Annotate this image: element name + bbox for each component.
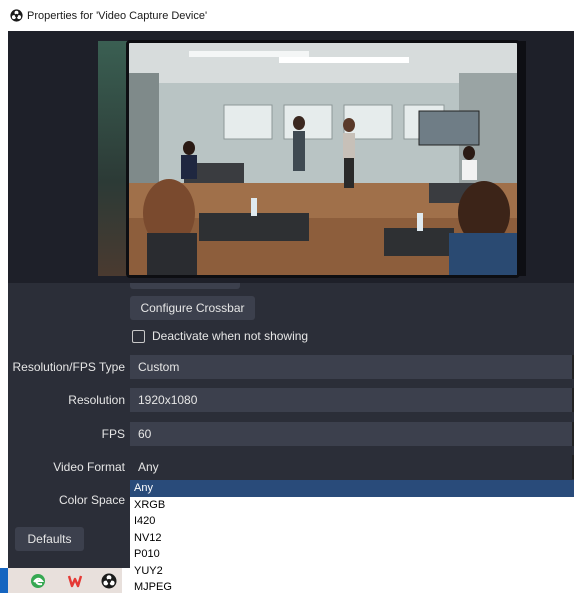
video-frame-image bbox=[129, 43, 517, 275]
obs-icon bbox=[10, 9, 23, 22]
dropdown-option[interactable]: MJPEG bbox=[130, 579, 574, 592]
video-format-label: Video Format bbox=[53, 460, 125, 474]
defaults-button[interactable]: Defaults bbox=[15, 527, 84, 551]
configure-crossbar-button[interactable]: Configure Crossbar bbox=[130, 296, 255, 320]
color-space-label: Color Space bbox=[58, 493, 125, 507]
window-title: Properties for 'Video Capture Device' bbox=[27, 9, 208, 22]
edge-icon[interactable] bbox=[30, 573, 46, 589]
dropdown-option[interactable]: XRGB bbox=[130, 497, 574, 514]
properties-window: Configure Crossbar Deactivate when not s… bbox=[8, 31, 574, 592]
resolution-select[interactable]: 1920x1080 bbox=[130, 388, 574, 412]
obs-icon[interactable] bbox=[101, 573, 117, 589]
resolution-fps-type-select[interactable]: Custom bbox=[130, 355, 574, 379]
taskbar-accent bbox=[0, 568, 8, 593]
dropdown-option[interactable]: YUY2 bbox=[130, 563, 574, 580]
hidden-button-edge bbox=[130, 283, 240, 289]
video-format-select[interactable]: Any bbox=[130, 455, 574, 479]
dropdown-option[interactable]: NV12 bbox=[130, 530, 574, 547]
dropdown-option[interactable]: P010 bbox=[130, 546, 574, 563]
dropdown-option[interactable]: I420 bbox=[130, 513, 574, 530]
video-preview bbox=[126, 40, 520, 278]
dropdown-option[interactable]: Any bbox=[130, 480, 574, 497]
title-bar: Properties for 'Video Capture Device' bbox=[0, 0, 574, 31]
deactivate-checkbox-row[interactable]: Deactivate when not showing bbox=[132, 329, 308, 343]
fps-select[interactable]: 60 bbox=[130, 422, 574, 446]
deactivate-checkbox[interactable] bbox=[132, 329, 145, 343]
resolution-fps-type-label: Resolution/FPS Type bbox=[12, 360, 125, 374]
video-format-dropdown-list[interactable]: Any XRGB I420 NV12 P010 YUY2 MJPEG bbox=[130, 480, 574, 592]
preview-background bbox=[98, 41, 128, 276]
fps-label: FPS bbox=[101, 427, 125, 441]
deactivate-checkbox-label: Deactivate when not showing bbox=[152, 329, 309, 343]
resolution-label: Resolution bbox=[68, 393, 125, 407]
wps-office-icon[interactable] bbox=[67, 573, 83, 589]
